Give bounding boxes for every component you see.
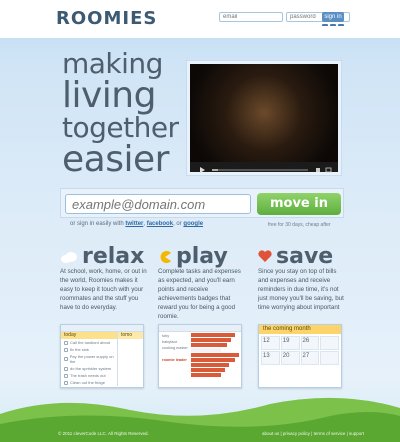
calendar-day[interactable]: 13	[261, 351, 280, 365]
points-label: babyface	[162, 340, 178, 344]
points-bar	[191, 333, 235, 337]
card-toolbar	[61, 325, 143, 332]
list-item: Call the landlord about	[61, 339, 117, 346]
twitter-link[interactable]: twitter	[125, 221, 143, 227]
feature-play-heading: play	[158, 244, 228, 269]
free-note: free for 30 days, cheap after	[268, 222, 331, 228]
tomorrow-heading: tomo	[118, 332, 143, 339]
feature-save-text: Since you stay on top of bills and expen…	[258, 268, 344, 311]
list-item: do the sprinkler system	[61, 365, 117, 372]
calendar-day[interactable]: 20	[280, 351, 300, 365]
pacman-icon	[160, 250, 171, 263]
feature-save-heading: save	[258, 244, 333, 269]
sign-in-button[interactable]: sign in	[322, 12, 344, 22]
tasks-preview-card[interactable]: today Call the landlord about fix the si…	[60, 324, 144, 388]
alt-signin: or sign in easily with twitter, facebook…	[70, 221, 204, 227]
feature-relax-text: At school, work, home, or out in the wor…	[60, 268, 147, 311]
hero-headline: making living together easier	[62, 50, 179, 178]
calendar-day[interactable]: 19	[280, 336, 300, 350]
headline-line: making	[62, 47, 163, 80]
headline-line: living	[62, 75, 156, 116]
list-item: The trash needs out	[61, 372, 117, 379]
points-bar	[191, 343, 227, 347]
calendar-day[interactable]: 12	[261, 336, 280, 350]
video-player[interactable]	[186, 60, 342, 176]
heart-icon	[258, 250, 272, 262]
points-label: cooking master	[162, 346, 188, 350]
alt-signin-text: or sign in easily with	[70, 221, 124, 227]
video-frame[interactable]	[190, 64, 338, 173]
points-bar	[191, 368, 225, 372]
email-field[interactable]	[219, 12, 283, 22]
points-bar	[191, 363, 229, 367]
feature-title: save	[276, 244, 334, 269]
points-bar	[191, 373, 221, 377]
volume-icon	[316, 168, 320, 172]
headline-line: easier	[62, 139, 169, 180]
feature-play-text: Complete tasks and expenses as expected,…	[158, 268, 241, 320]
today-heading: today	[61, 332, 117, 339]
list-item: fix the sink	[61, 346, 117, 353]
headline-line: together	[62, 111, 179, 144]
cloud-border	[0, 26, 400, 38]
move-in-button[interactable]: move in	[257, 193, 341, 215]
feature-title: relax	[82, 244, 145, 269]
or-text: , or	[173, 221, 182, 227]
points-bars: toby babyface cooking master roomie lead…	[159, 333, 241, 377]
points-bar	[191, 358, 235, 362]
footer-links[interactable]: about us | privacy policy | terms of ser…	[262, 431, 364, 436]
google-link[interactable]: google	[183, 221, 203, 227]
calendar-day[interactable]	[320, 336, 339, 350]
calendar-preview-card[interactable]: the coming month 12 19 26 13 20 27	[258, 324, 342, 388]
calendar-day[interactable]: 26	[300, 336, 320, 350]
calendar-day[interactable]	[320, 351, 339, 365]
facebook-link[interactable]: facebook	[147, 221, 173, 227]
points-preview-card[interactable]: toby babyface cooking master roomie lead…	[158, 324, 242, 388]
cloud-icon	[61, 251, 77, 263]
points-bar	[191, 353, 239, 357]
points-label: toby	[162, 334, 170, 338]
list-item: Pay the power supply on the	[61, 353, 117, 365]
fullscreen-icon	[325, 167, 332, 173]
calendar-heading: the coming month	[259, 325, 341, 334]
copyright-text: © 2011 cleverCode LLC. All Rights Reserv…	[58, 431, 149, 436]
list-item: Clean out the fridge	[61, 379, 117, 386]
feature-title: play	[176, 244, 228, 269]
video-control-icons	[200, 167, 332, 173]
video-controls[interactable]	[190, 162, 338, 173]
card-toolbar	[159, 325, 241, 332]
play-icon	[200, 167, 205, 173]
points-bar	[191, 338, 231, 342]
signup-box: move in	[60, 188, 344, 218]
feature-relax-heading: relax	[60, 244, 144, 269]
points-label: roomie leader	[162, 358, 187, 362]
calendar-day[interactable]: 27	[300, 351, 320, 365]
calendar-grid: 12 19 26 13 20 27	[259, 334, 341, 367]
points-bar	[191, 348, 221, 352]
signup-email-input[interactable]	[65, 194, 251, 214]
